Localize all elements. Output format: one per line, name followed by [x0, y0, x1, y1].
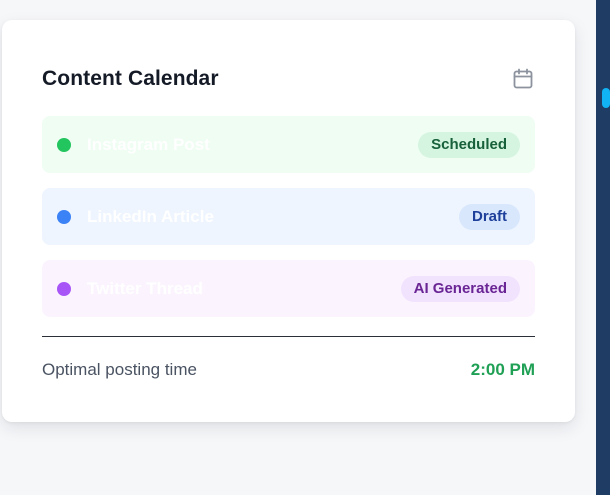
calendar-icon[interactable] — [511, 67, 535, 91]
divider — [42, 336, 535, 337]
page: Content Calendar Instagram Post Schedule… — [0, 0, 610, 495]
list-item-instagram-post[interactable]: Instagram Post Scheduled — [42, 116, 535, 173]
card-title: Content Calendar — [42, 67, 219, 90]
content-calendar-card: Content Calendar Instagram Post Schedule… — [2, 20, 575, 422]
content-list: Instagram Post Scheduled LinkedIn Articl… — [42, 116, 535, 332]
side-panel — [596, 0, 610, 495]
status-dot-icon — [57, 281, 71, 296]
status-dot-icon — [57, 209, 71, 224]
status-dot-icon — [57, 137, 71, 152]
card-header: Content Calendar — [42, 64, 535, 94]
status-badge: Scheduled — [418, 131, 520, 158]
list-item-linkedin-article[interactable]: LinkedIn Article Draft — [42, 188, 535, 245]
optimal-time-value: 2:00 PM — [470, 360, 535, 379]
scrollbar-thumb[interactable] — [602, 88, 610, 108]
list-item-twitter-thread[interactable]: Twitter Thread AI Generated — [42, 260, 535, 317]
item-label: LinkedIn Article — [87, 206, 214, 226]
status-badge: Draft — [458, 203, 520, 230]
optimal-time-label: Optimal posting time — [42, 360, 197, 379]
status-badge: AI Generated — [400, 275, 520, 302]
footer: Optimal posting time 2:00 PM — [42, 358, 535, 382]
item-label: Twitter Thread — [87, 278, 203, 298]
item-label: Instagram Post — [87, 134, 210, 154]
